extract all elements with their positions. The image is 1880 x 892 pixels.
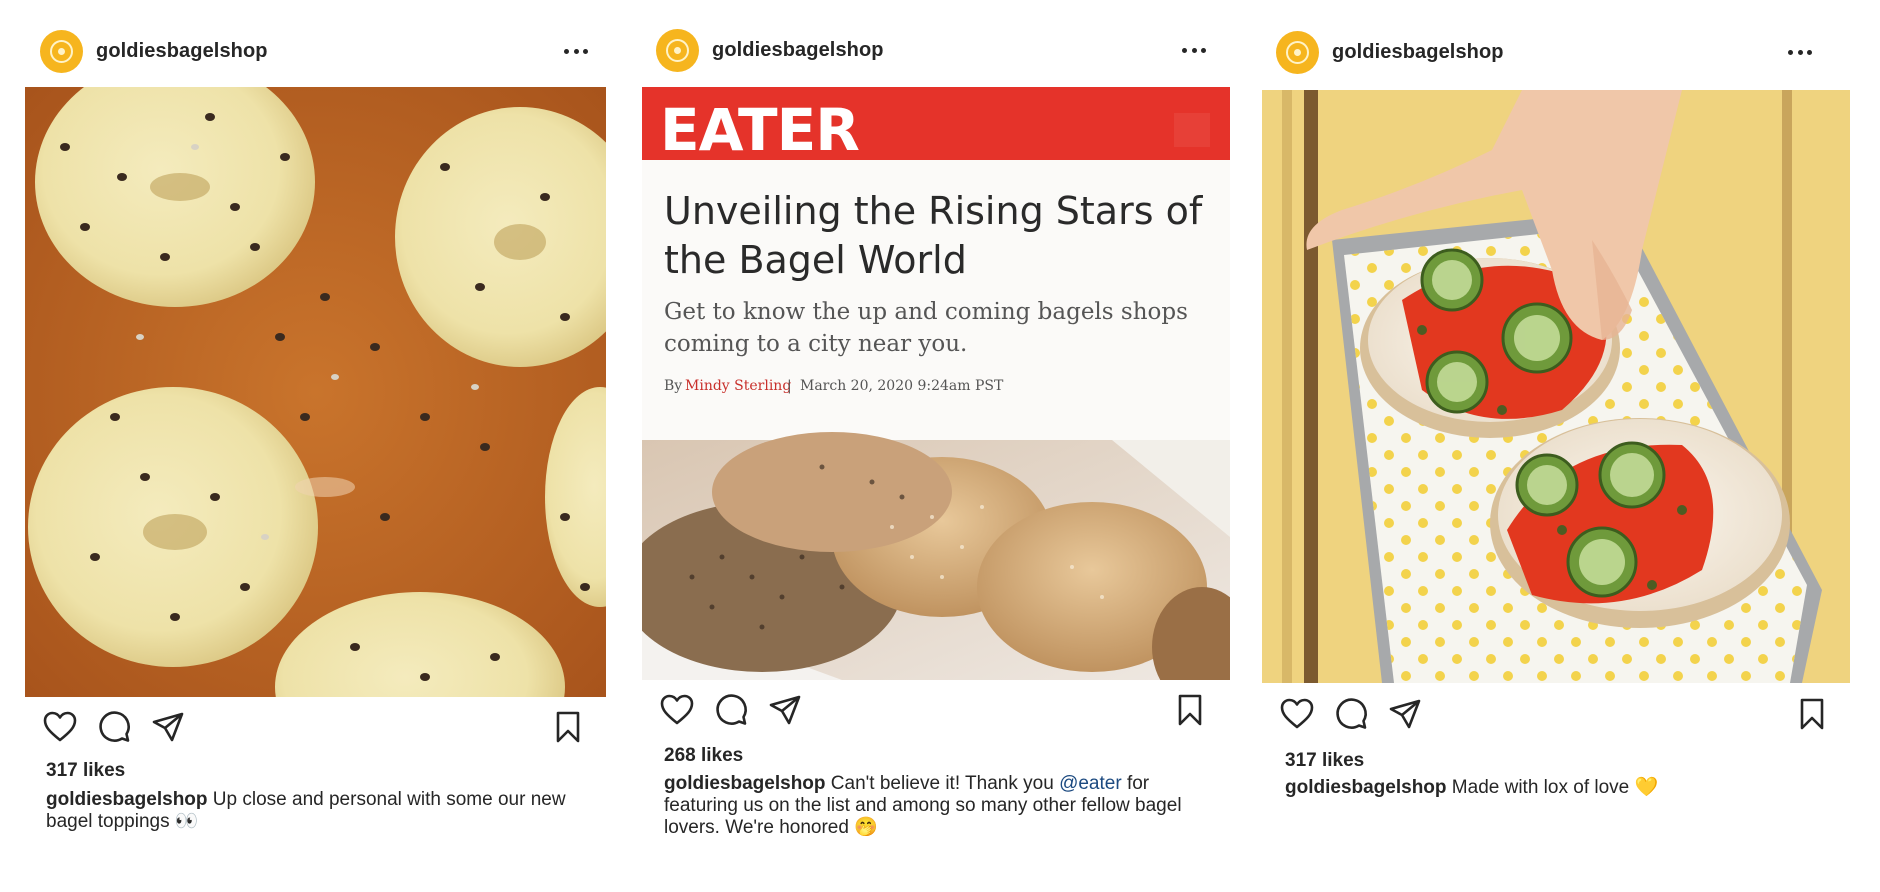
post-image-bananas[interactable]: [25, 87, 606, 697]
username[interactable]: goldiesbagelshop: [712, 39, 884, 62]
bookmark-icon[interactable]: [1794, 696, 1830, 732]
username[interactable]: goldiesbagelshop: [96, 40, 268, 63]
more-icon[interactable]: [1788, 41, 1812, 63]
avatar[interactable]: [1276, 30, 1319, 74]
comment-icon[interactable]: [713, 692, 749, 728]
byline-date: March 20, 2020 9:24am PST: [800, 378, 1004, 394]
avatar[interactable]: [40, 29, 83, 73]
caption: goldiesbagelshop Up close and personal w…: [46, 789, 591, 833]
comment-icon[interactable]: [96, 709, 132, 745]
username[interactable]: goldiesbagelshop: [1332, 41, 1504, 64]
share-icon[interactable]: [767, 692, 803, 728]
byline-author: Mindy Sterling: [685, 378, 791, 394]
post-image-lox-bagels[interactable]: [1262, 90, 1850, 683]
share-icon[interactable]: [1387, 696, 1423, 732]
bookmark-icon[interactable]: [550, 709, 586, 745]
caption-username[interactable]: goldiesbagelshop: [664, 773, 826, 794]
article-headline-2: the Bagel World: [664, 238, 967, 282]
avatar[interactable]: [656, 28, 699, 72]
byline-prefix: By: [664, 378, 682, 394]
caption-text: Can't believe it! Thank you: [825, 773, 1060, 794]
comment-icon[interactable]: [1333, 696, 1369, 732]
post-actions: [25, 709, 606, 749]
eater-logo: EATER: [660, 96, 859, 164]
more-icon[interactable]: [564, 40, 588, 62]
post-card: goldiesbagelshop 317 likes goldiesbagels…: [25, 0, 606, 892]
article-subhead-2: coming to a city near you.: [664, 331, 967, 357]
heart-icon[interactable]: [659, 692, 695, 728]
caption-mention[interactable]: @eater: [1059, 773, 1122, 794]
post-header: goldiesbagelshop: [25, 26, 606, 76]
caption: goldiesbagelshop Can't believe it! Thank…: [664, 773, 1212, 839]
article-headline-1: Unveiling the Rising Stars of: [664, 189, 1204, 233]
heart-icon[interactable]: [42, 709, 78, 745]
caption: goldiesbagelshop Made with lox of love 💛: [1285, 777, 1833, 799]
post-actions: [642, 692, 1230, 732]
post-header: goldiesbagelshop: [642, 25, 1230, 75]
post-actions: [1262, 696, 1850, 736]
bookmark-icon[interactable]: [1172, 692, 1208, 728]
caption-username[interactable]: goldiesbagelshop: [1285, 777, 1447, 798]
caption-text: Made with lox of love 💛: [1446, 777, 1659, 798]
heart-icon[interactable]: [1279, 696, 1315, 732]
byline-separator: |: [787, 378, 792, 394]
post-card: goldiesbagelshop EATER Unveiling the Ris…: [642, 0, 1230, 892]
share-icon[interactable]: [150, 709, 186, 745]
article-subhead-1: Get to know the up and coming bagels sho…: [664, 299, 1188, 325]
like-count[interactable]: 268 likes: [664, 745, 743, 767]
post-image-eater-article[interactable]: EATER Unveiling the Rising Stars of the …: [642, 87, 1230, 680]
like-count[interactable]: 317 likes: [46, 760, 125, 782]
like-count[interactable]: 317 likes: [1285, 750, 1364, 772]
post-header: goldiesbagelshop: [1262, 27, 1850, 77]
caption-username[interactable]: goldiesbagelshop: [46, 789, 208, 810]
more-icon[interactable]: [1182, 39, 1206, 61]
post-card: goldiesbagelshop 317 likes goldiesbagels…: [1262, 0, 1850, 892]
